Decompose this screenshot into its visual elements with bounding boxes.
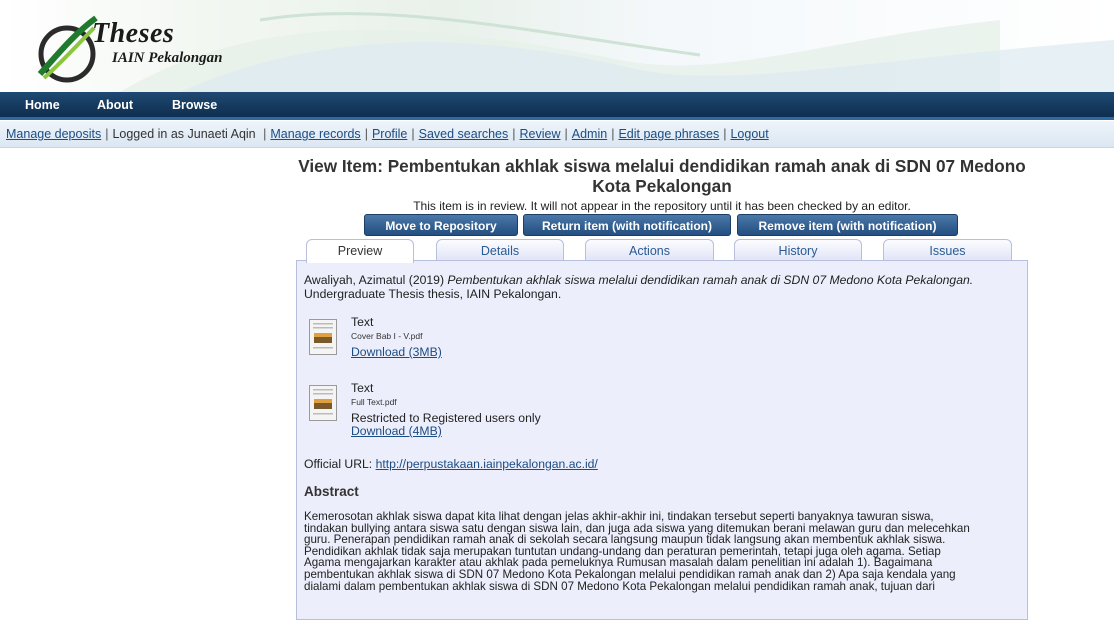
tab-details[interactable]: Details: [436, 239, 564, 261]
document-type: Text: [351, 381, 374, 395]
move-to-repository-button[interactable]: Move to Repository: [364, 214, 518, 236]
separator: |: [723, 127, 727, 141]
separator: |: [564, 127, 568, 141]
item-view: View Item: Pembentukan akhlak siswa mela…: [296, 152, 1028, 620]
main-nav: Home About Browse: [0, 92, 1114, 120]
abstract-line: Kemerosotan akhlak siswa dapat kita liha…: [304, 510, 934, 523]
document-item: Text Full Text.pdf Restricted to Registe…: [304, 381, 1020, 441]
citation-title: Pembentukan akhlak siswa melalui dendidi…: [447, 273, 974, 287]
separator: |: [512, 127, 516, 141]
official-url: Official URL: http://perpustakaan.iainpe…: [304, 457, 1020, 471]
abstract-line: dialami dalam pembentukan akhlak siswa d…: [304, 579, 935, 593]
logged-in-status: Logged in as Junaeti Aqin: [112, 127, 256, 141]
return-item-button[interactable]: Return item (with notification): [523, 214, 731, 236]
citation-author: Awaliyah, Azimatul (2019): [304, 273, 445, 287]
edit-page-phrases-link[interactable]: Edit page phrases: [618, 127, 719, 141]
site-banner: Theses IAIN Pekalongan: [0, 0, 1114, 92]
abstract-heading: Abstract: [304, 484, 359, 499]
abstract-line: pembentukan akhlak siswa di SDN 07 Medon…: [304, 567, 956, 581]
item-tabs: Preview Details Actions History Issues: [296, 239, 1028, 263]
separator: |: [364, 127, 368, 141]
nav-browse[interactable]: Browse: [172, 98, 217, 112]
admin-link[interactable]: Admin: [572, 127, 607, 141]
document-type: Text: [351, 315, 374, 329]
citation-rest: Undergraduate Thesis thesis, IAIN Pekalo…: [304, 287, 562, 301]
logo-title: Theses: [92, 18, 175, 49]
download-link[interactable]: Download (4MB): [351, 424, 442, 438]
restriction-notice: Restricted to Registered users only: [351, 411, 541, 425]
tab-preview[interactable]: Preview: [306, 239, 414, 263]
profile-link[interactable]: Profile: [372, 127, 407, 141]
user-menu-bar: Manage deposits | Logged in as Junaeti Aqi…: [0, 121, 1114, 148]
page-title: View Item: Pembentukan akhlak siswa mela…: [298, 156, 1026, 196]
theses-logo-icon: [37, 15, 98, 83]
document-filename: Cover Bab I - V.pdf: [351, 331, 423, 341]
document-item: Text Cover Bab I - V.pdf Download (3MB): [304, 315, 1020, 373]
pdf-document-icon[interactable]: [309, 385, 337, 421]
separator: |: [611, 127, 615, 141]
preview-panel: Awaliyah, Azimatul (2019) Pembentukan ak…: [296, 260, 1028, 620]
official-url-label: Official URL:: [304, 457, 373, 471]
tab-issues[interactable]: Issues: [883, 239, 1012, 261]
official-url-link[interactable]: http://perpustakaan.iainpekalongan.ac.id…: [376, 457, 598, 471]
tab-actions[interactable]: Actions: [585, 239, 714, 261]
abstract-text: Kemerosotan akhlak siswa dapat kita liha…: [304, 511, 1020, 592]
review-notice: This item is in review. It will not appe…: [413, 199, 911, 213]
tab-history[interactable]: History: [734, 239, 862, 261]
review-link[interactable]: Review: [520, 127, 561, 141]
logo-subtitle: IAIN Pekalongan: [112, 50, 223, 66]
saved-searches-link[interactable]: Saved searches: [419, 127, 509, 141]
nav-home[interactable]: Home: [25, 98, 60, 112]
manage-records-link[interactable]: Manage records: [270, 127, 360, 141]
document-filename: Full Text.pdf: [351, 397, 397, 407]
nav-about[interactable]: About: [97, 98, 133, 112]
citation: Awaliyah, Azimatul (2019) Pembentukan ak…: [304, 273, 1020, 301]
manage-deposits-link[interactable]: Manage deposits: [6, 127, 101, 141]
separator: |: [105, 127, 109, 141]
logout-link[interactable]: Logout: [730, 127, 768, 141]
action-button-row: Move to Repository Return item (with not…: [296, 214, 1028, 236]
pdf-document-icon[interactable]: [309, 319, 337, 355]
separator: |: [259, 127, 267, 141]
remove-item-button[interactable]: Remove item (with notification): [737, 214, 958, 236]
download-link[interactable]: Download (3MB): [351, 345, 442, 359]
separator: |: [411, 127, 415, 141]
